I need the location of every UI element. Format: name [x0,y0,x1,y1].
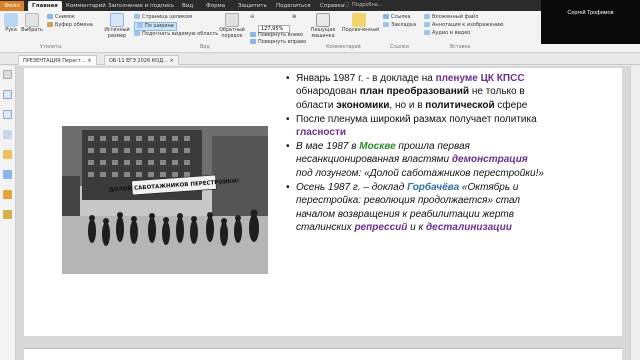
rotate-left-button[interactable]: Повернуть влево [250,32,303,39]
comment-icon[interactable] [3,150,12,159]
tab-form[interactable]: Форма [206,1,225,11]
reverse-icon [225,13,239,27]
bullet-glasnost: После пленума широкий размах получает по… [286,113,546,140]
group-label-insert: Вставка [450,45,471,50]
highlighter-icon [352,13,366,27]
rotate-right-icon [250,39,256,44]
zoom-out-icon[interactable]: ⊖ [250,14,254,21]
snapshot-button[interactable]: Снимок [47,14,75,21]
lock-icon[interactable] [3,190,12,199]
hand-label: Рука [5,28,17,33]
fit-visible-icon [134,31,140,36]
tell-me-search[interactable]: Подробне... [352,2,402,9]
image-annotation-button[interactable]: Аннотация к изображению [424,22,503,29]
fit-width-button[interactable]: По ширине [134,22,178,31]
doc-tab-presentation[interactable]: ПРЕЗЕНТАЦИЯ Перест... × [18,55,97,65]
cursor-icon [25,13,39,27]
hand-tool-button[interactable]: Рука [2,13,20,34]
lightbulb-icon: ◌ [344,1,350,8]
page-thumbnail-icon[interactable] [3,90,12,99]
participant-name: Сергей Трофимов [567,10,614,16]
fit-page-button[interactable]: Страница целиком [134,14,192,21]
actual-size-button[interactable]: Истинный размер [104,13,130,39]
reverse-order-button[interactable]: Обратный порядок [218,13,246,39]
vertical-scrollbar[interactable] [630,66,640,360]
group-label-tools: Утилиты [40,45,62,50]
tab-share[interactable]: Поделиться [276,1,311,11]
slide-page: ДОЛОЙ САБОТАЖНИКОВ ПЕРЕСТРОЙКИ! Январь 1… [24,68,622,336]
left-sidebar [0,66,16,360]
document-canvas[interactable]: ДОЛОЙ САБОТАЖНИКОВ ПЕРЕСТРОЙКИ! Январь 1… [16,66,630,360]
fit-visible-button[interactable]: Подогнать видимую область [134,31,218,38]
pages-icon[interactable] [3,110,12,119]
hand-icon [4,13,18,27]
image-icon [424,22,430,27]
link-button[interactable]: Ссылка [383,14,410,21]
page-icon [110,13,124,27]
bullet-plenum: Январь 1987 г. - в докладе на пленуме ЦК… [286,72,546,112]
bullet-gorbachev-report: Осень 1987 г. – доклад Горбачёва «Октябр… [286,181,546,235]
tab-file[interactable]: Файл [0,1,24,11]
typewriter-button[interactable]: Пишущая машинка [308,13,338,39]
tab-home[interactable]: Главная [28,1,62,11]
next-page-edge [24,348,622,360]
select-tool-button[interactable]: Выбрать [21,13,43,34]
highlight-button[interactable]: Подсвеченный [342,13,379,34]
tab-view[interactable]: Вид [182,1,193,11]
bookmark-button[interactable]: Закладка [383,22,416,29]
tab-fill-sign[interactable]: Заполнение и подпись [108,1,174,11]
attach-file-button[interactable]: Вложенный файл [424,14,478,21]
hand-icon[interactable] [3,70,12,79]
close-icon[interactable]: × [169,58,173,64]
demonstration-photo: ДОЛОЙ САБОТАЖНИКОВ ПЕРЕСТРОЙКИ! [62,126,268,274]
tab-help[interactable]: Справка [320,1,344,11]
typewriter-icon [316,13,330,27]
paperclip-icon [424,14,430,19]
clipboard-icon [47,22,53,27]
camera-icon [47,14,53,19]
attachment-icon[interactable] [3,170,12,179]
tab-protect[interactable]: Защитить [238,1,267,11]
rotate-left-icon [250,32,256,37]
document-tabs: ПРЕЗЕНТАЦИЯ Перест... × ОБ-11 ЕГЭ 2026 К… [0,54,640,65]
fit-page-icon [134,14,140,19]
tab-comment[interactable]: Комментарий [66,1,106,11]
signature-icon[interactable] [3,210,12,219]
bookmark-icon [383,22,389,27]
group-label-links: Ссылки [390,45,409,50]
doc-tab-exam[interactable]: ОБ-11 ЕГЭ 2026 КОД... × [104,55,179,65]
clipboard-button[interactable]: Буфер обмена [47,22,93,29]
media-icon [424,30,430,35]
rotate-right-button[interactable]: Повернуть вправо [250,39,306,46]
bullet-demonstration: В мае 1987 в Москве прошла первая несанк… [286,140,546,180]
group-label-view: Вид [200,45,210,50]
link-icon [383,14,389,19]
layers-icon[interactable] [3,130,12,139]
pdf-editor-window: Файл Главная Комментарий Заполнение и по… [0,0,640,360]
slide-bullets: Январь 1987 г. - в докладе на пленуме ЦК… [286,72,546,235]
zoom-in-icon[interactable]: ⊕ [292,14,296,21]
select-label: Выбрать [21,28,43,33]
audio-video-button[interactable]: Аудио и видео [424,30,470,37]
close-icon[interactable]: × [87,58,91,64]
video-call-tile: Сергей Трофимов [541,0,640,44]
fit-width-icon [137,23,143,28]
group-label-comment: Комментарий [326,45,361,50]
